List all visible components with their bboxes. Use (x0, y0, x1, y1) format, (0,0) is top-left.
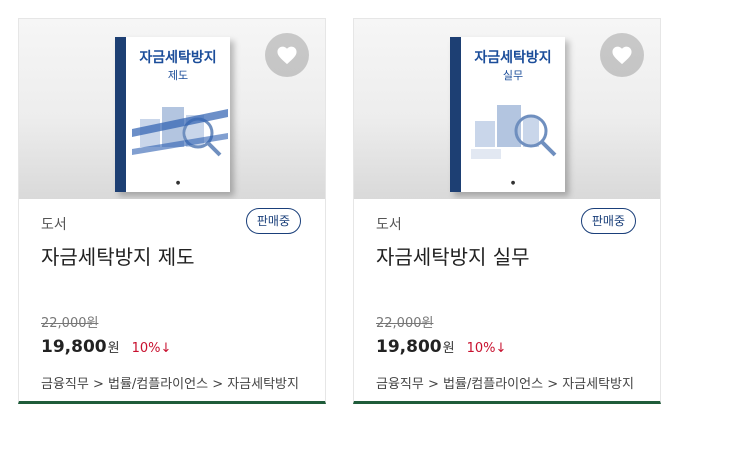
product-card[interactable]: 자금세탁방지 실무 ● 도서 판매중 자금세탁방지 실무 22,000원 19,… (353, 18, 661, 404)
heart-icon[interactable] (265, 33, 309, 77)
category-label: 도서 (41, 217, 67, 233)
status-badge: 판매중 (245, 208, 301, 234)
book-cover-image: 자금세탁방지 제도 ● (115, 37, 230, 192)
heart-icon[interactable] (600, 33, 644, 77)
status-badge: 판매중 (580, 208, 636, 234)
currency-label: 원 (442, 341, 455, 356)
publisher-logo: ● (510, 180, 516, 186)
cover-subtitle: 제도 (167, 69, 189, 82)
book-cover-image: 자금세탁방지 실무 ● (450, 37, 565, 192)
discount-rate: 10%↓ (466, 341, 507, 356)
cover-title: 자금세탁방지 (139, 50, 217, 66)
price-row: 19,800 원 10%↓ (41, 337, 171, 357)
sale-price: 19,800 (376, 337, 442, 357)
product-title[interactable]: 자금세탁방지 실무 (376, 241, 530, 270)
price-row: 19,800 원 10%↓ (376, 337, 506, 357)
category-breadcrumb[interactable]: 금융직무 > 법률/컴플라이언스 > 자금세탁방지 (376, 373, 638, 392)
sale-price: 19,800 (41, 337, 107, 357)
cover-subtitle: 실무 (502, 69, 524, 82)
currency-label: 원 (107, 341, 120, 356)
category-label: 도서 (376, 217, 402, 233)
original-price: 22,000원 (41, 316, 99, 331)
product-card[interactable]: 자금세탁방지 제도 ● 도서 판매중 자금세탁방지 제도 22,000원 19,… (18, 18, 326, 404)
product-thumbnail[interactable]: 자금세탁방지 실무 ● (354, 19, 660, 199)
publisher-logo: ● (175, 180, 181, 186)
product-thumbnail[interactable]: 자금세탁방지 제도 ● (19, 19, 325, 199)
original-price: 22,000원 (376, 316, 434, 331)
discount-rate: 10%↓ (131, 341, 172, 356)
cover-illustration (471, 105, 557, 159)
cover-illustration (132, 107, 228, 157)
product-title[interactable]: 자금세탁방지 제도 (41, 241, 195, 270)
category-breadcrumb[interactable]: 금융직무 > 법률/컴플라이언스 > 자금세탁방지 (41, 373, 303, 392)
cover-title: 자금세탁방지 (474, 50, 552, 66)
